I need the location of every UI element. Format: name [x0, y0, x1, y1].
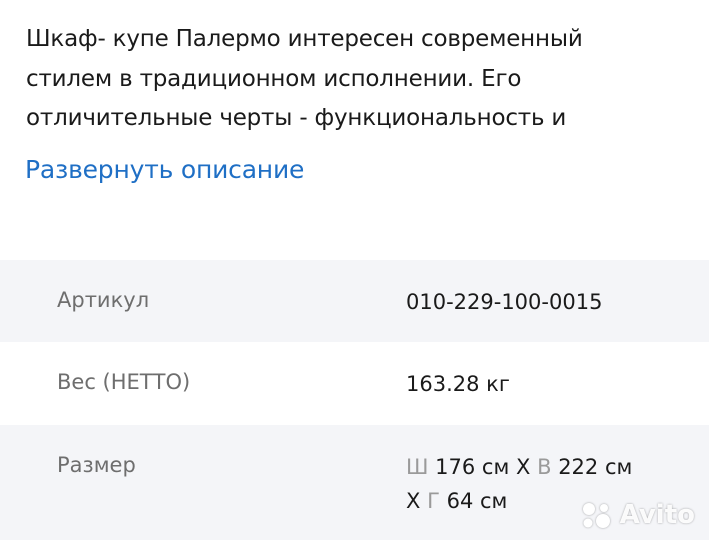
- depth-value: 64 см: [446, 489, 508, 513]
- expand-description-link[interactable]: Развернуть описание: [25, 150, 304, 190]
- height-value: 222 см: [558, 455, 633, 479]
- depth-letter: Г: [427, 489, 440, 513]
- description-line: отличительные черты - функциональность и: [26, 105, 567, 131]
- dimension-separator: X: [516, 455, 531, 479]
- spec-label: Артикул: [57, 288, 150, 312]
- spec-row-article: Артикул 010-229-100-0015: [0, 260, 709, 342]
- spec-row-weight: Вес (НЕТТО) 163.28 кг: [0, 342, 709, 425]
- height-letter: В: [537, 455, 552, 479]
- spec-label: Вес (НЕТТО): [57, 370, 191, 394]
- spec-label: Размер: [57, 453, 136, 477]
- spec-value: 010-229-100-0015: [406, 290, 603, 314]
- width-value: 176 см: [435, 455, 510, 479]
- avito-logo-icon: [582, 503, 610, 528]
- avito-watermark: Avito: [580, 500, 695, 530]
- description-line: Шкаф- купе Палермо интересен современный: [26, 26, 583, 52]
- spec-value: 163.28 кг: [406, 372, 510, 396]
- description-line: стилем в традиционном исполнении. Его: [26, 65, 522, 92]
- specs-table: Артикул 010-229-100-0015 Вес (НЕТТО) 163…: [0, 260, 709, 540]
- dimension-separator: X: [406, 489, 421, 513]
- product-description: Шкаф- купе Палермо интересен современный…: [26, 20, 686, 139]
- watermark-text: Avito: [619, 500, 695, 530]
- width-letter: Ш: [406, 455, 429, 479]
